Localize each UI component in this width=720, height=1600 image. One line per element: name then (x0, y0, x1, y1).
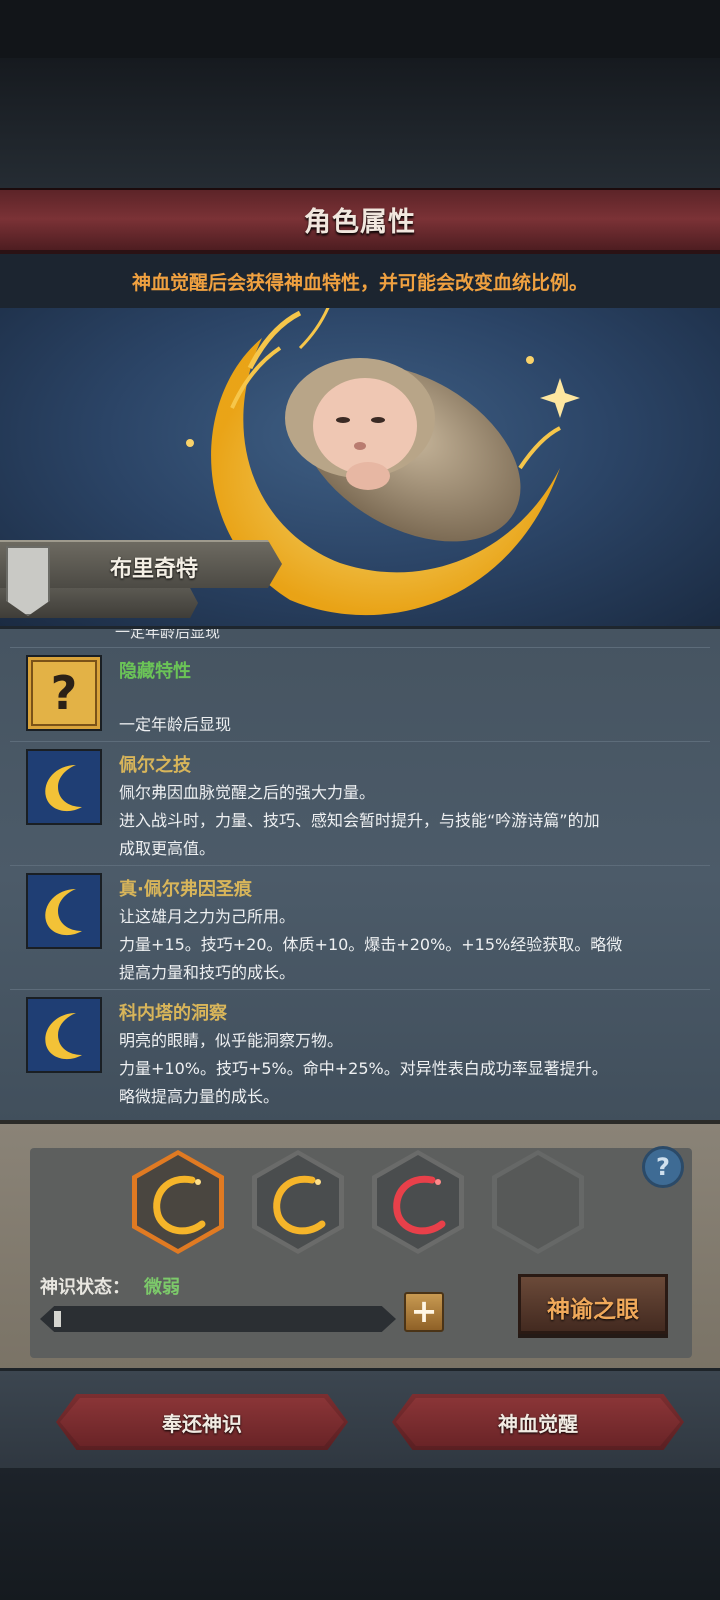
title-bar: 角色属性 (0, 188, 720, 254)
divine-sense-panel (0, 1120, 720, 1372)
trait-description-line: 佩尔弗因血脉觉醒之后的强大力量。 (119, 783, 376, 802)
trait-cut-off-line: 一定年龄后显现 (115, 626, 221, 641)
awaken-button-label: 神血觉醒 (498, 1412, 578, 1436)
crescent-moon-icon (28, 875, 100, 947)
page-title: 角色属性 (304, 207, 416, 238)
divine-status-value: 微弱 (144, 1277, 180, 1298)
divider (10, 989, 710, 990)
add-divine-sense-button[interactable]: + (404, 1292, 444, 1332)
trait-description-line: 力量+10%。技巧+5%。命中+25%。对异性表白成功率显著提升。 (119, 1059, 608, 1078)
trait-name: 科内塔的洞察 (119, 1003, 227, 1024)
oracle-eye-button[interactable]: 神谕之眼 (518, 1274, 668, 1334)
divine-sense-progress-bar (40, 1306, 396, 1332)
return-divine-sense-button[interactable]: 奉还神识 (56, 1394, 348, 1450)
trait-name: 隐藏特性 (119, 661, 191, 682)
top-background (0, 58, 720, 188)
trait-description-line: 提高力量和技巧的成长。 (119, 963, 296, 982)
divider (10, 741, 710, 742)
bottom-background (0, 1468, 720, 1600)
trait-description-line: 明亮的眼睛，似乎能洞察万物。 (119, 1031, 344, 1050)
trait-name: 真·佩尔弗因圣痕 (119, 879, 252, 900)
awakening-notice: 神血觉醒后会获得神血特性，并可能会改变血统比例。 (131, 272, 588, 294)
question-mark-icon: ? (28, 657, 100, 729)
help-icon[interactable]: ? (642, 1146, 684, 1188)
trait-description-line: 略微提高力量的成长。 (119, 1087, 280, 1106)
trait-name: 佩尔之技 (119, 755, 191, 776)
trait-description-line: 让这雄月之力为己所用。 (119, 907, 296, 926)
divider (10, 647, 710, 648)
svg-text:?: ? (51, 666, 78, 720)
trait-description: 一定年龄后显现 (119, 715, 232, 734)
character-name: 布里奇特 (110, 557, 199, 582)
trait-description-line: 力量+15。技巧+20。体质+10。爆击+20%。+15%经验获取。略微 (119, 935, 623, 954)
trait-description-line: 成取更高值。 (119, 839, 216, 858)
divine-status-label: 神识状态： (40, 1277, 130, 1298)
notice-band: 神血觉醒后会获得神血特性，并可能会改变血统比例。 (0, 254, 720, 308)
progress-fill (54, 1311, 61, 1327)
trait-description-line: 进入战斗时，力量、技巧、感知会暂时提升，与技能“吟游诗篇”的加 (119, 811, 600, 830)
crescent-moon-icon (28, 999, 100, 1071)
crescent-moon-icon (28, 751, 100, 823)
divider (10, 865, 710, 866)
oracle-eye-label: 神谕之眼 (547, 1297, 639, 1323)
return-button-label: 奉还神识 (162, 1412, 242, 1436)
traits-list[interactable]: 一定年龄后显现 ? 隐藏特性 一定年龄后显现 佩尔之技 佩尔弗因血脉觉醒之后的强… (0, 626, 720, 1123)
blood-awaken-button[interactable]: 神血觉醒 (392, 1394, 684, 1450)
